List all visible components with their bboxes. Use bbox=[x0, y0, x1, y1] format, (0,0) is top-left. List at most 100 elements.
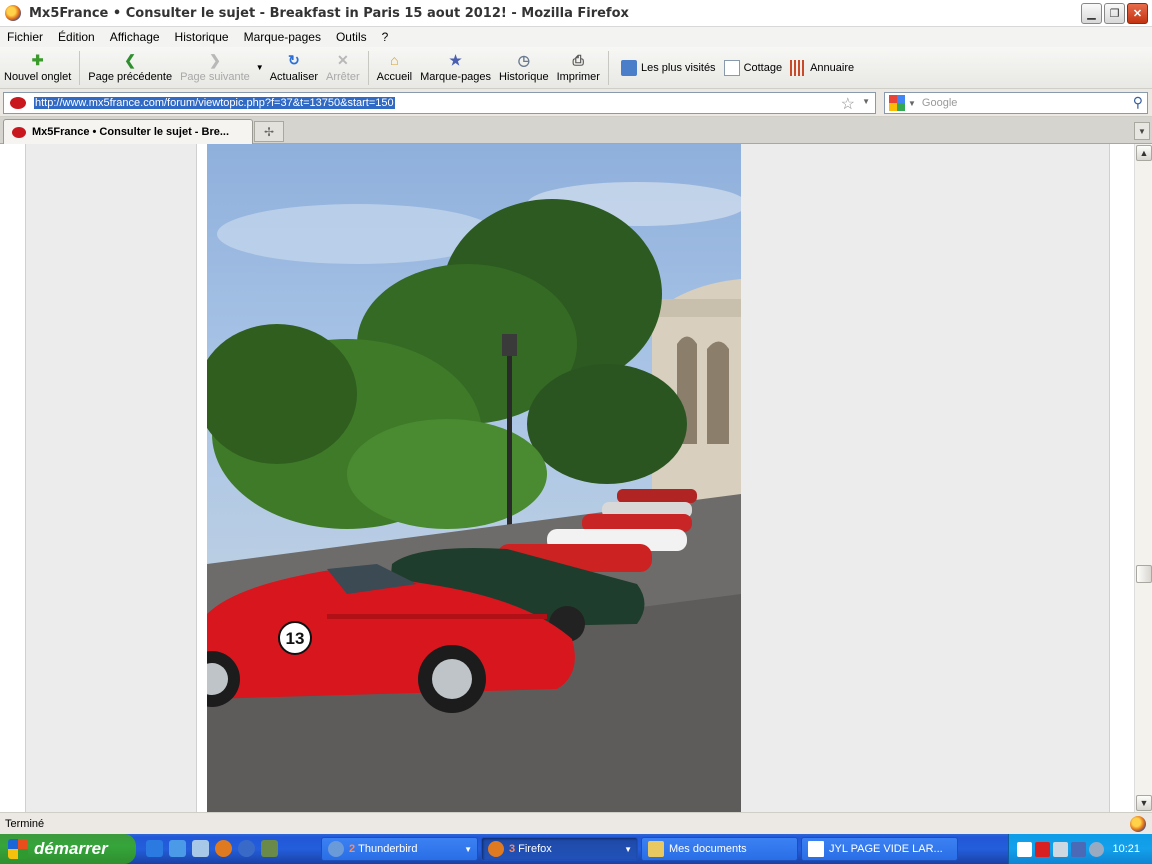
reload-label: Actualiser bbox=[269, 71, 319, 83]
vertical-scrollbar[interactable]: ▲ ▼ bbox=[1134, 144, 1152, 812]
menu-historique[interactable]: Historique bbox=[168, 30, 237, 44]
task-label: Firefox bbox=[518, 843, 552, 855]
forward-label: Page suivante bbox=[180, 71, 250, 83]
forward-arrow-icon: ❯ bbox=[209, 52, 221, 68]
tab-mx5france[interactable]: Mx5France • Consulter le sujet - Bre... bbox=[3, 119, 253, 144]
menu-bar: Fichier Édition Affichage Historique Mar… bbox=[0, 27, 1152, 47]
search-icon[interactable]: ⚲ bbox=[1133, 94, 1143, 111]
new-tab-icon: ✚ bbox=[31, 52, 44, 68]
task-count: 3 bbox=[509, 843, 516, 855]
show-desktop-icon[interactable] bbox=[192, 840, 209, 857]
url-dropdown-icon[interactable]: ▼ bbox=[862, 97, 870, 106]
firefox-icon bbox=[488, 841, 504, 857]
google-icon[interactable] bbox=[889, 95, 905, 111]
back-arrow-icon: ❮ bbox=[124, 52, 137, 68]
bookmark-star-icon[interactable]: ☆ bbox=[841, 94, 855, 114]
tab-strip: Mx5France • Consulter le sujet - Bre... … bbox=[0, 117, 1152, 144]
start-button[interactable]: démarrer bbox=[0, 834, 136, 864]
bookmark-annuaire-label: Annuaire bbox=[810, 61, 855, 74]
thunderbird-icon bbox=[328, 841, 344, 857]
task-label: JYL PAGE VIDE LAR... bbox=[829, 843, 943, 855]
task-mes-documents[interactable]: Mes documents bbox=[641, 837, 798, 861]
print-label: Imprimer bbox=[556, 71, 600, 83]
search-placeholder: Google bbox=[921, 97, 958, 109]
bookmarks-label: Marque-pages bbox=[420, 71, 492, 83]
bookmarks-button[interactable]: ★ Marque-pages bbox=[416, 48, 495, 88]
volume-icon[interactable] bbox=[1053, 841, 1068, 857]
window-controls: ▁ ❐ ✕ bbox=[1081, 3, 1148, 24]
new-tab-plus-button[interactable]: ✢ bbox=[254, 121, 284, 142]
new-tab-button[interactable]: ✚ Nouvel onglet bbox=[0, 48, 75, 88]
document-icon[interactable] bbox=[1017, 841, 1032, 857]
menu-help[interactable]: ? bbox=[375, 30, 397, 44]
chevron-down-icon: ▼ bbox=[624, 844, 632, 854]
back-button[interactable]: ❮ Page précédente bbox=[84, 48, 176, 88]
task-word-document[interactable]: JYL PAGE VIDE LAR... bbox=[801, 837, 958, 861]
car-number: 13 bbox=[286, 629, 305, 648]
menu-outils[interactable]: Outils bbox=[329, 30, 375, 44]
bookmark-annuaire[interactable]: Annuaire bbox=[790, 59, 855, 76]
clock-icon: ◷ bbox=[517, 52, 530, 68]
site-favicon-icon bbox=[12, 126, 26, 138]
stop-label: Arrêter bbox=[326, 71, 360, 83]
task-count: 2 bbox=[349, 843, 356, 855]
word-document-icon bbox=[808, 841, 824, 857]
scroll-down-button[interactable]: ▼ bbox=[1136, 795, 1152, 811]
search-input[interactable]: ▼ Google ⚲ bbox=[884, 92, 1148, 114]
firefox-icon bbox=[5, 5, 21, 21]
task-label: Mes documents bbox=[669, 843, 747, 855]
scroll-thumb[interactable] bbox=[1136, 565, 1152, 583]
maximize-button[interactable]: ❐ bbox=[1104, 3, 1125, 24]
menu-affichage[interactable]: Affichage bbox=[103, 30, 168, 44]
addon-icon[interactable] bbox=[1130, 816, 1146, 832]
page-content: 13 bbox=[0, 144, 1134, 812]
menu-fichier[interactable]: Fichier bbox=[0, 30, 51, 44]
scroll-up-button[interactable]: ▲ bbox=[1136, 145, 1152, 161]
folder-icon bbox=[648, 841, 664, 857]
chat-icon[interactable] bbox=[261, 840, 278, 857]
menu-edition[interactable]: Édition bbox=[51, 30, 103, 44]
reload-button[interactable]: ↻ Actualiser bbox=[266, 48, 322, 88]
windows-taskbar: démarrer 2 Thunderbird ▼ 3 Firefox ▼ Mes… bbox=[0, 834, 1152, 864]
network-icon[interactable] bbox=[1071, 841, 1086, 857]
close-button[interactable]: ✕ bbox=[1127, 3, 1148, 24]
windows-logo-icon bbox=[8, 839, 28, 859]
printer-icon: ⎙ bbox=[572, 52, 584, 68]
task-firefox[interactable]: 3 Firefox ▼ bbox=[481, 837, 638, 861]
stop-icon: ✕ bbox=[336, 52, 349, 68]
photo-scene: 13 bbox=[207, 182, 741, 812]
history-button[interactable]: ◷ Historique bbox=[495, 48, 553, 88]
page-icon bbox=[723, 59, 740, 76]
chevron-down-icon: ▼ bbox=[255, 63, 264, 72]
history-dropdown-button[interactable]: ▼ bbox=[254, 48, 266, 88]
bookmark-cottage[interactable]: Cottage bbox=[723, 59, 783, 76]
task-thunderbird[interactable]: 2 Thunderbird ▼ bbox=[321, 837, 478, 861]
url-input[interactable]: http://www.mx5france.com/forum/viewtopic… bbox=[3, 92, 876, 114]
status-bar: Terminé bbox=[0, 812, 1152, 834]
search-engine-dropdown-icon[interactable]: ▼ bbox=[908, 99, 916, 108]
minimize-button[interactable]: ▁ bbox=[1081, 3, 1102, 24]
home-button[interactable]: ⌂ Accueil bbox=[373, 48, 416, 88]
ie-icon[interactable] bbox=[146, 840, 163, 857]
plus-icon: ✢ bbox=[263, 124, 275, 139]
antivirus-icon[interactable] bbox=[1035, 841, 1050, 857]
new-tab-label: Nouvel onglet bbox=[4, 71, 72, 83]
bookmark-most-visited-label: Les plus visités bbox=[640, 61, 716, 74]
forum-photo: 13 bbox=[207, 144, 741, 812]
stop-button[interactable]: ✕ Arrêter bbox=[322, 48, 364, 88]
tab-list-button[interactable]: ▼ bbox=[1134, 122, 1150, 140]
toolbar-separator bbox=[607, 50, 609, 85]
navigation-toolbar: ✚ Nouvel onglet ❮ Page précédente ❯ Page… bbox=[0, 47, 1152, 89]
update-icon[interactable] bbox=[1089, 841, 1104, 857]
title-bar: Mx5France • Consulter le sujet - Breakfa… bbox=[0, 0, 1152, 27]
outlook-express-icon[interactable] bbox=[169, 840, 186, 857]
firefox-quick-icon[interactable] bbox=[215, 840, 232, 857]
media-player-icon[interactable] bbox=[238, 840, 255, 857]
status-text: Terminé bbox=[5, 817, 45, 830]
print-button[interactable]: ⎙ Imprimer bbox=[553, 48, 604, 88]
back-label: Page précédente bbox=[88, 71, 173, 83]
bookmark-cottage-label: Cottage bbox=[743, 61, 783, 74]
forward-button[interactable]: ❯ Page suivante bbox=[176, 48, 254, 88]
menu-marque-pages[interactable]: Marque-pages bbox=[237, 30, 329, 44]
bookmark-most-visited[interactable]: Les plus visités bbox=[620, 59, 716, 76]
